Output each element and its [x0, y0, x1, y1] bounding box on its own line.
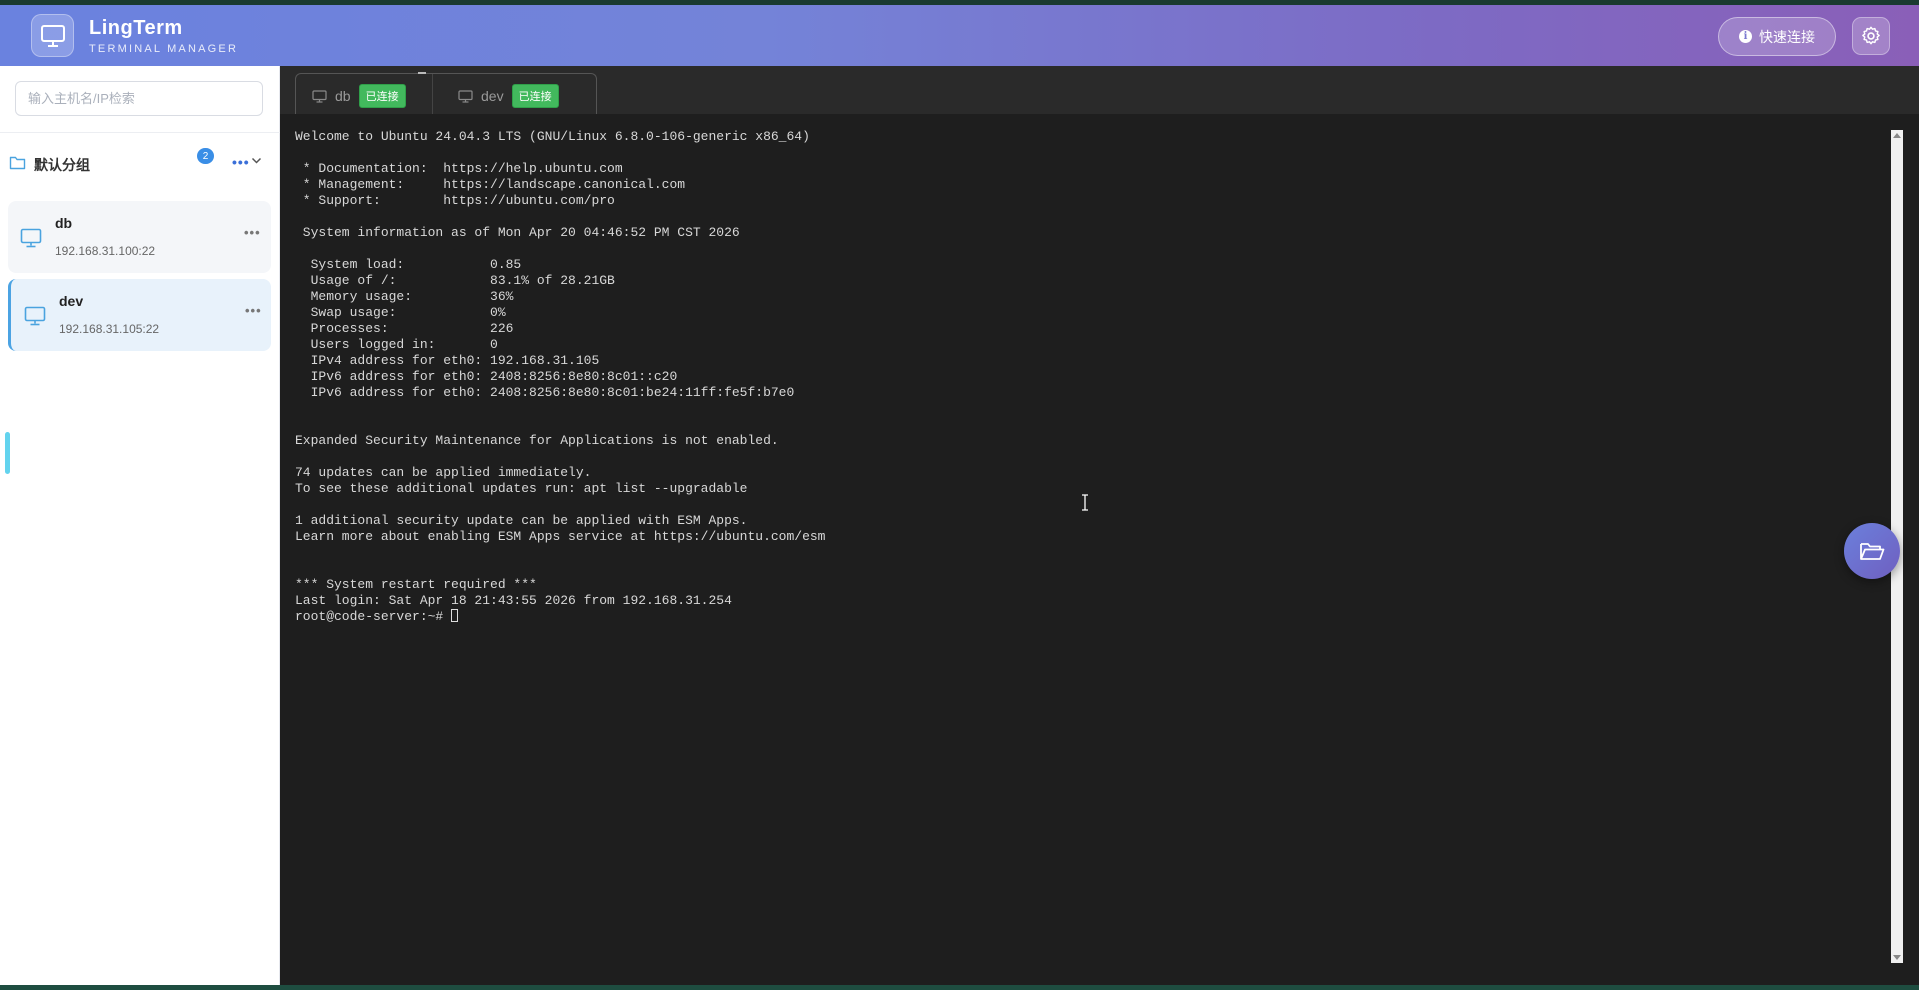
monitor-icon: [24, 306, 46, 326]
group-header[interactable]: 默认分组 2 •••: [0, 148, 280, 178]
host-item-db[interactable]: db 192.168.31.100:22 •••: [8, 201, 271, 273]
scroll-down-arrow-icon[interactable]: [1893, 955, 1901, 960]
monitor-icon: [40, 24, 65, 47]
settings-button[interactable]: [1852, 17, 1890, 55]
tab-label: dev: [481, 88, 504, 104]
tabs-container: db 已连接 dev 已连接: [295, 73, 597, 115]
group-name: 默认分组: [34, 157, 90, 173]
status-badge: 已连接: [511, 84, 559, 108]
tab-label: db: [335, 88, 351, 104]
tab-bar: db 已连接 dev 已连接: [280, 66, 1919, 115]
terminal-prompt: root@code-server:~#: [295, 609, 452, 624]
host-address: 192.168.31.105:22: [59, 322, 160, 336]
terminal[interactable]: Welcome to Ubuntu 24.04.3 LTS (GNU/Linux…: [280, 114, 1919, 985]
gear-icon: [1862, 26, 1880, 45]
sidebar-divider: [0, 132, 280, 133]
terminal-cursor: [451, 609, 459, 622]
tab-db[interactable]: db 已连接: [312, 82, 406, 110]
info-icon: i: [1739, 30, 1752, 43]
monitor-icon: [20, 228, 42, 248]
search-input[interactable]: [15, 81, 263, 116]
group-count-badge: 2: [197, 148, 214, 164]
file-browser-button[interactable]: [1844, 523, 1900, 579]
app-title: LingTerm: [89, 17, 183, 39]
app-logo: [31, 14, 74, 57]
window-bottom-strip: [0, 985, 1919, 990]
app-subtitle: TERMINAL MANAGER: [89, 43, 239, 55]
host-name: dev: [59, 293, 84, 309]
sidebar: 默认分组 2 ••• db 192.168.31.100:22 ••• dev …: [0, 66, 280, 985]
status-badge: 已连接: [358, 84, 406, 108]
group-more-icon[interactable]: •••: [232, 154, 250, 170]
quick-connect-button[interactable]: i 快速连接: [1718, 17, 1836, 56]
chevron-down-icon[interactable]: [251, 157, 262, 165]
terminal-output[interactable]: Welcome to Ubuntu 24.04.3 LTS (GNU/Linux…: [295, 129, 826, 625]
tab-divider: [432, 74, 433, 115]
more-icon[interactable]: •••: [245, 303, 262, 318]
monitor-icon: [312, 89, 327, 103]
scroll-up-arrow-icon[interactable]: [1893, 133, 1901, 138]
tab-notch: [418, 72, 426, 74]
more-icon[interactable]: •••: [244, 225, 261, 240]
quick-connect-label: 快速连接: [1759, 28, 1815, 45]
host-name: db: [55, 215, 73, 231]
text-cursor-icon: [1082, 494, 1088, 511]
terminal-output-text: Welcome to Ubuntu 24.04.3 LTS (GNU/Linux…: [295, 129, 826, 608]
monitor-icon: [458, 89, 473, 103]
sidebar-resize-handle[interactable]: [5, 432, 10, 474]
tab-dev[interactable]: dev 已连接: [458, 82, 559, 110]
host-item-dev[interactable]: dev 192.168.31.105:22 •••: [8, 279, 271, 351]
app-header: LingTerm TERMINAL MANAGER i 快速连接: [0, 5, 1919, 66]
host-address: 192.168.31.100:22: [55, 244, 156, 258]
folder-open-icon: [1860, 543, 1885, 560]
folder-icon: [9, 156, 26, 170]
